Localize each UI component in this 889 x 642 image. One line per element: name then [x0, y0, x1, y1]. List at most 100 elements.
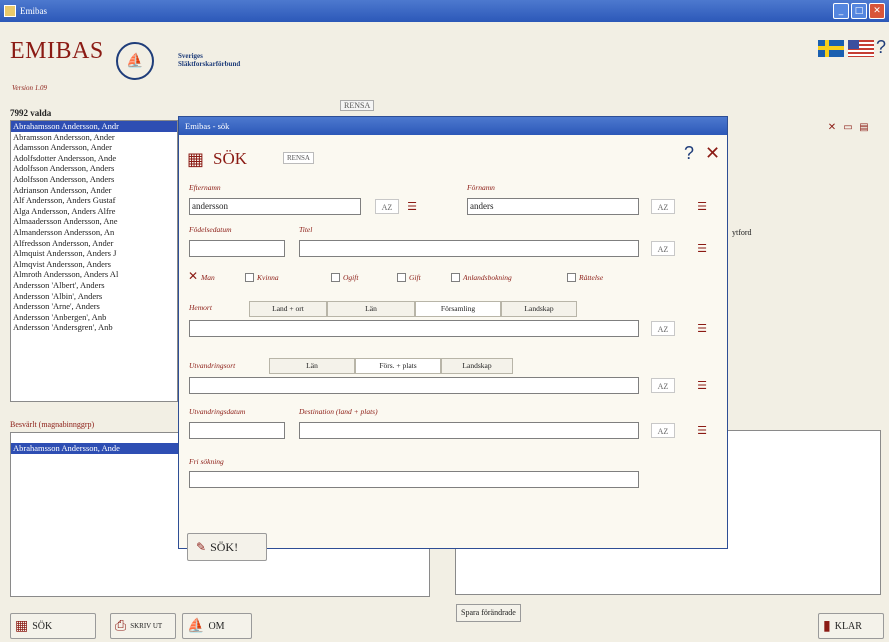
help-icon[interactable]: ?	[684, 143, 694, 164]
title-label: Titel	[299, 225, 313, 234]
title-field[interactable]	[299, 240, 639, 257]
submit-search-button[interactable]: ✎ SÖK!	[187, 533, 267, 561]
emigration-date-label: Utvandringsdatum	[189, 407, 246, 416]
result-item[interactable]: Andersson 'Albin', Anders	[11, 291, 177, 302]
pen-icon: ✎	[196, 540, 207, 554]
result-item[interactable]: Almqvist Andersson, Anders	[11, 259, 177, 270]
us-flag-icon[interactable]	[848, 40, 874, 57]
free-search-field[interactable]	[189, 471, 639, 488]
close-icon[interactable]: ✕	[705, 143, 720, 164]
checkbox-woman[interactable]: Kvinna	[245, 273, 279, 282]
lastname-label: Efternamn	[189, 183, 221, 192]
print-button[interactable]: ⎙ SKRIV UT	[110, 613, 176, 639]
result-item[interactable]: Adolfsson Andersson, Anders	[11, 174, 177, 185]
result-item[interactable]: Adolfsson Andersson, Anders	[11, 163, 177, 174]
lastname-field[interactable]: andersson	[189, 198, 361, 215]
tab-landskap[interactable]: Landskap	[441, 358, 513, 374]
checkbox-checked-icon	[188, 269, 198, 283]
list-icon[interactable]: ☰	[695, 423, 709, 438]
result-item[interactable]: Alga Andersson, Anders Alfre	[11, 206, 177, 217]
checkbox-anlandsbokning[interactable]: Anlandsbokning	[451, 273, 512, 282]
result-item[interactable]: Adrianson Andersson, Ander	[11, 185, 177, 196]
document-icon[interactable]: ▤	[858, 122, 870, 134]
result-item[interactable]: Alfredsson Andersson, Ander	[11, 238, 177, 249]
result-item[interactable]: Almandersson Andersson, An	[11, 227, 177, 238]
dialog-title: Emibas - sök	[179, 117, 727, 135]
minimize-icon[interactable]: _	[833, 3, 849, 19]
list-icon[interactable]: ☰	[695, 199, 709, 214]
result-item[interactable]: Abramsson Andersson, Ander	[11, 132, 177, 143]
folder-icon[interactable]: ▭	[842, 122, 854, 134]
az-sort-button[interactable]: AZ	[651, 378, 675, 393]
done-button[interactable]: ▮ KLAR	[818, 613, 884, 639]
tab-fors-plats[interactable]: Förs. + plats	[355, 358, 441, 374]
swedish-flag-icon[interactable]	[818, 40, 844, 57]
result-item[interactable]: Almquist Andersson, Anders J	[11, 248, 177, 259]
submit-search-label: SÖK!	[210, 539, 239, 554]
about-button[interactable]: ⛵ OM	[182, 613, 252, 639]
tab-lan[interactable]: Län	[327, 301, 415, 317]
about-button-label: OM	[208, 620, 225, 632]
tab-forsamling[interactable]: Församling	[415, 301, 501, 317]
emigration-place-label: Utvandringsort	[189, 361, 236, 370]
window-title: Emibas	[20, 6, 47, 16]
az-sort-button[interactable]: AZ	[375, 199, 399, 214]
door-icon: ▮	[823, 618, 831, 634]
result-item[interactable]: Abrahamsson Andersson, Andr	[11, 121, 177, 132]
related-item[interactable]: Abrahamsson Andersson, Ande	[11, 443, 179, 454]
firstname-label: Förnamn	[467, 183, 495, 192]
az-sort-button[interactable]: AZ	[651, 241, 675, 256]
result-item[interactable]: Adolfsdotter Andersson, Ande	[11, 153, 177, 164]
result-item[interactable]: Almaadersson Andersson, Ane	[11, 216, 177, 227]
result-item[interactable]: Andersson 'Arne', Anders	[11, 301, 177, 312]
firstname-field[interactable]: anders	[467, 198, 639, 215]
az-sort-button[interactable]: AZ	[651, 321, 675, 336]
result-list[interactable]: Abrahamsson Andersson, Andr Abramsson And…	[10, 120, 178, 402]
result-item[interactable]: Andersson 'Anbergen', Anb	[11, 312, 177, 323]
window-controls: _ □ ✕	[833, 3, 885, 19]
destination-field[interactable]	[299, 422, 639, 439]
checkbox-unmarried[interactable]: Ogift	[331, 273, 358, 282]
help-icon[interactable]: ?	[876, 37, 886, 58]
list-icon[interactable]: ☰	[695, 378, 709, 393]
print-icon: ⎙	[115, 618, 127, 634]
az-sort-button[interactable]: AZ	[651, 423, 675, 438]
list-icon[interactable]: ☰	[695, 321, 709, 336]
related-label: Besvärlt (magnabinnggrp)	[10, 420, 95, 429]
tab-lan[interactable]: Län	[269, 358, 355, 374]
search-button[interactable]: ▦ SÖK	[10, 613, 96, 639]
tab-land-ort[interactable]: Land + ort	[249, 301, 327, 317]
maximize-icon[interactable]: □	[851, 3, 867, 19]
close-record-icon[interactable]: ✕	[826, 122, 838, 134]
clear-button[interactable]: RENSA	[283, 152, 314, 164]
ship-logo-icon: ⛵	[116, 42, 154, 80]
az-sort-button[interactable]: AZ	[651, 199, 675, 214]
dialog-heading: SÖK	[213, 149, 248, 168]
result-item[interactable]: Alf Andersson, Anders Gustaf	[11, 195, 177, 206]
birthdate-field[interactable]	[189, 240, 285, 257]
search-icon: ▦	[15, 618, 29, 634]
result-item[interactable]: Andersson 'Andersgren', Anb	[11, 322, 177, 333]
hometown-field[interactable]	[189, 320, 639, 337]
organization-name: Sveriges Släktforskarförbund	[178, 52, 241, 68]
background-rensa-button[interactable]: RENSA	[340, 100, 375, 111]
result-item[interactable]: Almroth Andersson, Anders Al	[11, 269, 177, 280]
ship-icon: ⛵	[187, 618, 205, 634]
checkbox-man[interactable]: Man	[188, 269, 215, 283]
emigration-place-field[interactable]	[189, 377, 639, 394]
birthdate-label: Födelsedatum	[189, 225, 232, 234]
app-icon	[4, 5, 16, 17]
emigration-date-field[interactable]	[189, 422, 285, 439]
checkbox-married[interactable]: Gift	[397, 273, 421, 282]
list-icon[interactable]: ☰	[405, 199, 419, 214]
hometown-label: Hemort	[189, 303, 212, 312]
right-fragment-text: ytford	[732, 228, 752, 237]
result-item[interactable]: Andersson 'Albert', Anders	[11, 280, 177, 291]
save-changes-button[interactable]: Spara förändrade	[456, 604, 521, 622]
list-icon[interactable]: ☰	[695, 241, 709, 256]
tab-landskap[interactable]: Landskap	[501, 301, 577, 317]
result-item[interactable]: Adamsson Andersson, Ander	[11, 142, 177, 153]
free-search-label: Fri sökning	[189, 457, 224, 466]
checkbox-correction[interactable]: Rättelse	[567, 273, 603, 282]
close-icon[interactable]: ✕	[869, 3, 885, 19]
